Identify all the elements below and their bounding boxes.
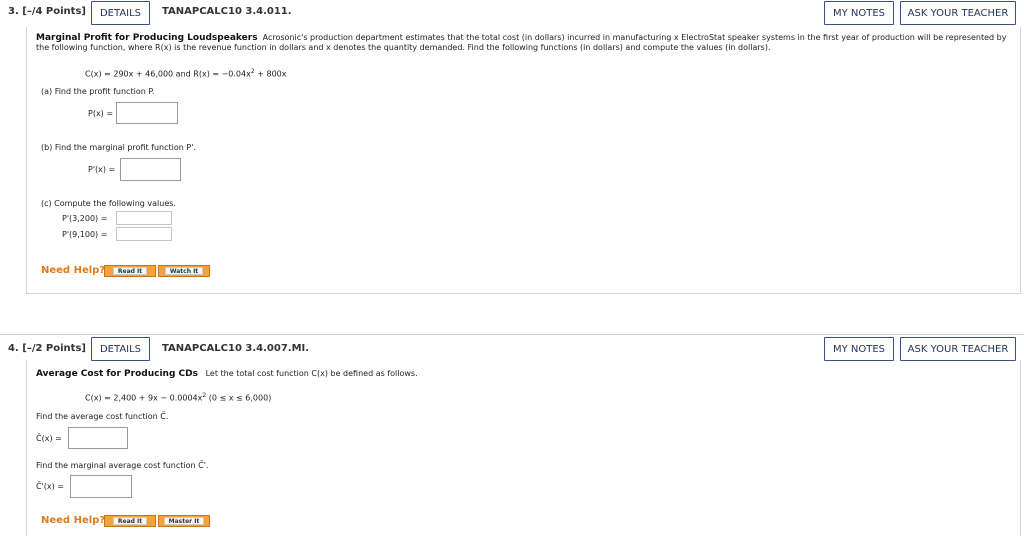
question-code: TANAPCALC10 3.4.011. <box>162 6 292 17</box>
marginal-average-cost-label: C̄'(x) = <box>36 482 65 491</box>
ask-your-teacher-button[interactable]: ASK YOUR TEACHER <box>900 1 1016 25</box>
question-points: [–/4 Points] <box>22 6 86 17</box>
part-b-label: P'(x) = <box>88 165 116 174</box>
details-button[interactable]: DETAILS <box>91 1 150 25</box>
part-b-prompt: (b) Find the marginal profit function P'… <box>41 143 196 152</box>
question-title: Average Cost for Producing CDs <box>36 369 198 379</box>
question-3-header: 3. [–/4 Points] DETAILS TANAPCALC10 3.4.… <box>0 0 1024 26</box>
need-help-label: Need Help? <box>41 515 106 526</box>
need-help-label: Need Help? <box>41 265 106 276</box>
read-it-label: Read It <box>112 517 148 525</box>
equation-tail: + 800x <box>254 69 287 79</box>
read-it-button[interactable]: Read It <box>104 265 156 277</box>
marginal-average-cost-prompt: Find the marginal average cost function … <box>36 461 209 470</box>
marginal-profit-input[interactable] <box>120 158 181 181</box>
question-intro: Marginal Profit for Producing Loudspeake… <box>36 33 1016 53</box>
question-3-panel: Marginal Profit for Producing Loudspeake… <box>26 27 1021 294</box>
question-intro: Average Cost for Producing CDs Let the t… <box>36 369 996 379</box>
question-number: 3. <box>8 6 19 17</box>
equation: C(x) = 2,400 + 9x − 0.0004x2 (0 ≤ x ≤ 6,… <box>85 392 271 403</box>
average-cost-label: C̄(x) = <box>36 434 62 443</box>
profit-function-input[interactable] <box>116 102 178 124</box>
question-3-number: 3. [–/4 Points] <box>8 6 86 17</box>
average-cost-prompt: Find the average cost function C̄. <box>36 412 169 421</box>
question-4-number: 4. [–/2 Points] <box>8 343 86 354</box>
read-it-button[interactable]: Read It <box>104 515 156 527</box>
value-3200-input[interactable] <box>116 211 172 225</box>
master-it-label: Master It <box>163 517 205 525</box>
details-button[interactable]: DETAILS <box>91 337 150 361</box>
part-a-prompt: (a) Find the profit function P. <box>41 87 155 96</box>
my-notes-button[interactable]: MY NOTES <box>824 1 894 25</box>
ask-your-teacher-button[interactable]: ASK YOUR TEACHER <box>900 337 1016 361</box>
question-title: Marginal Profit for Producing Loudspeake… <box>36 33 258 43</box>
average-cost-input[interactable] <box>68 427 128 449</box>
equation-main: C(x) = 290x + 46,000 and R(x) = −0.04x <box>85 69 251 79</box>
marginal-average-cost-input[interactable] <box>70 475 132 498</box>
question-4-panel: Average Cost for Producing CDs Let the t… <box>26 360 1021 536</box>
part-a-label: P(x) = <box>88 109 114 118</box>
equation: C(x) = 290x + 46,000 and R(x) = −0.04x2 … <box>85 68 286 79</box>
master-it-button[interactable]: Master It <box>158 515 210 527</box>
equation-tail: (0 ≤ x ≤ 6,000) <box>206 393 272 403</box>
equation-main: C(x) = 2,400 + 9x − 0.0004x <box>85 393 203 403</box>
question-intro-text: Let the total cost function C(x) be defi… <box>205 369 418 378</box>
question-number: 4. <box>8 343 19 354</box>
my-notes-button[interactable]: MY NOTES <box>824 337 894 361</box>
part-c-prompt: (c) Compute the following values. <box>41 199 176 208</box>
question-4-header: 4. [–/2 Points] DETAILS TANAPCALC10 3.4.… <box>0 334 1024 361</box>
watch-it-button[interactable]: Watch It <box>158 265 210 277</box>
read-it-label: Read It <box>112 267 148 275</box>
part-c-label-1: P'(3,200) = <box>62 214 108 223</box>
value-9100-input[interactable] <box>116 227 172 241</box>
question-points: [–/2 Points] <box>22 343 86 354</box>
watch-it-label: Watch It <box>164 267 204 275</box>
question-code: TANAPCALC10 3.4.007.MI. <box>162 343 310 354</box>
part-c-label-2: P'(9,100) = <box>62 230 108 239</box>
